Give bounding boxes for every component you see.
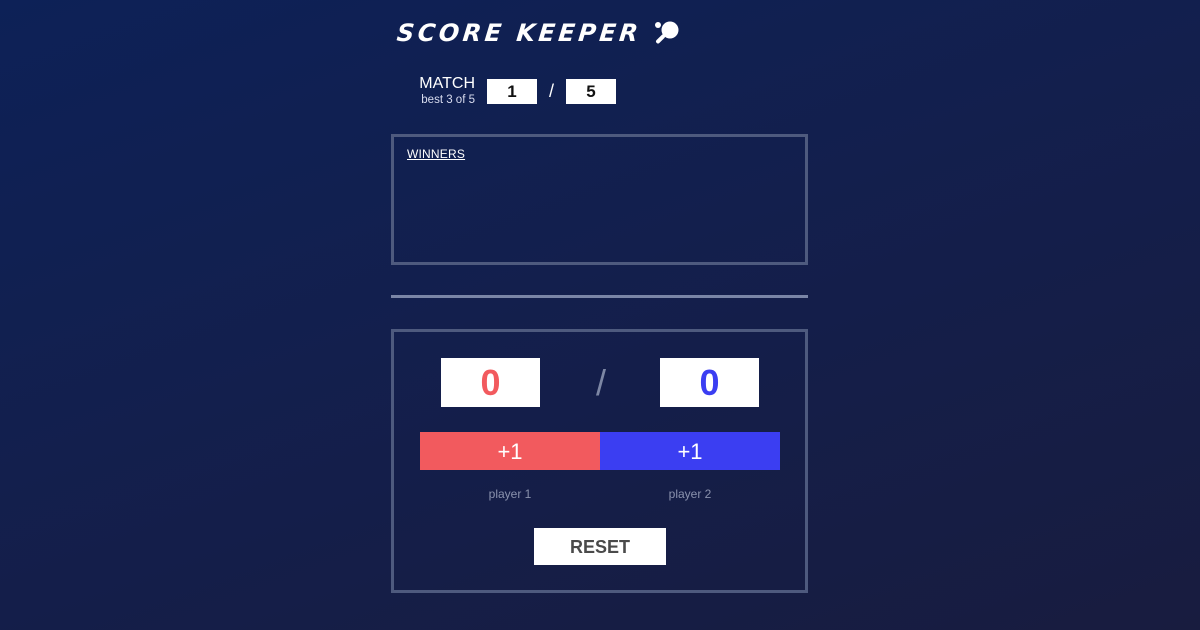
winners-label: WINNERS [407, 147, 466, 161]
player1-label: player 1 [488, 487, 532, 501]
current-game-input[interactable]: 1 [487, 78, 537, 104]
player2-label: player 2 [668, 487, 712, 501]
ping-pong-paddle-icon [653, 19, 681, 47]
player2-score: 0 [660, 358, 759, 407]
match-label: MATCH [419, 74, 475, 92]
winners-panel: WINNERS [391, 134, 808, 265]
app-title: SCORE KEEPER [395, 19, 643, 47]
match-settings: MATCH best 3 of 5 1 / 5 [412, 73, 616, 109]
match-separator: / [548, 80, 554, 101]
score-separator: / [595, 362, 606, 403]
player1-increment-button[interactable]: +1 [420, 432, 600, 470]
player1-score: 0 [441, 358, 540, 407]
scoreboard-panel: 0 / 0 +1 +1 player 1 player 2 RESET [391, 329, 808, 593]
match-format-label: best 3 of 5 [421, 93, 475, 106]
reset-button[interactable]: RESET [534, 528, 666, 565]
app-header: SCORE KEEPER [395, 14, 681, 52]
total-games-input[interactable]: 5 [566, 78, 616, 104]
player2-increment-button[interactable]: +1 [600, 432, 780, 470]
match-label-group: MATCH best 3 of 5 [412, 74, 475, 107]
section-divider [391, 295, 808, 298]
